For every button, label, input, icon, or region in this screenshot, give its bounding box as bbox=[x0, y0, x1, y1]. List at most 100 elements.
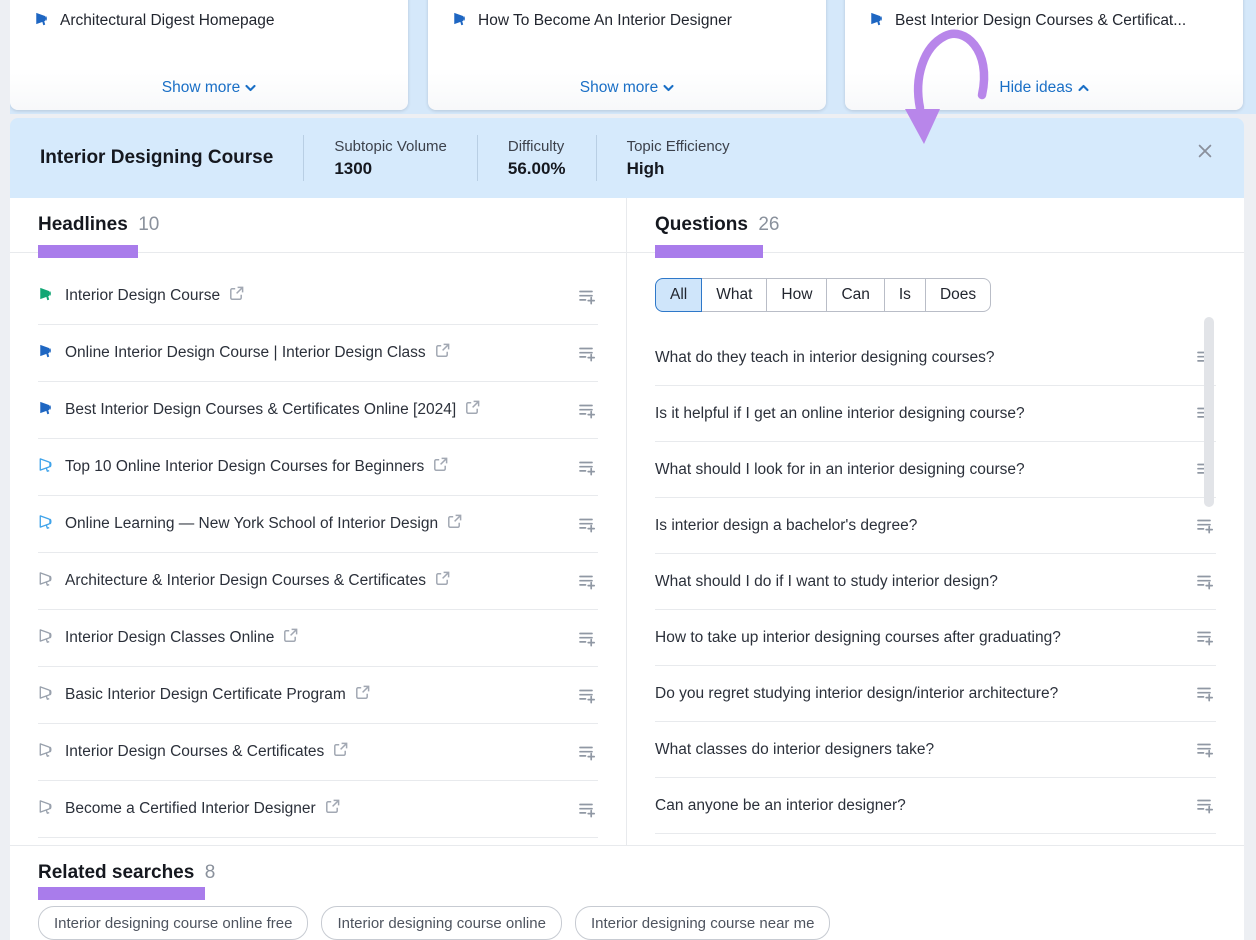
question-row: Is it helpful if I get an online interio… bbox=[655, 386, 1216, 442]
topic-stat: Difficulty 56.00% bbox=[478, 138, 596, 179]
question-text: Do you regret studying interior design/i… bbox=[655, 685, 1058, 703]
headline-row: Interior Design Course bbox=[38, 268, 598, 325]
question-row: What do they teach in interior designing… bbox=[655, 330, 1216, 386]
external-link-icon bbox=[465, 400, 480, 420]
headline-link[interactable]: Online Interior Design Course | Interior… bbox=[65, 343, 450, 363]
external-link-icon bbox=[229, 286, 244, 306]
headline-row: Interior Design Courses & Certificates bbox=[38, 724, 598, 781]
megaphone-icon bbox=[38, 399, 55, 421]
chevron-down-icon bbox=[245, 79, 256, 97]
add-to-list-button[interactable] bbox=[1193, 626, 1216, 649]
idea-card-title: Best Interior Design Courses & Certifica… bbox=[895, 12, 1186, 30]
idea-card-title-row: Best Interior Design Courses & Certifica… bbox=[869, 10, 1243, 32]
megaphone-icon bbox=[38, 570, 55, 592]
idea-card-title-row: Architectural Digest Homepage bbox=[34, 10, 408, 32]
hide-ideas-link[interactable]: Hide ideas bbox=[845, 78, 1243, 98]
question-text: Is interior design a bachelor's degree? bbox=[655, 517, 917, 535]
related-search-chip[interactable]: Interior designing course near me bbox=[575, 906, 830, 940]
headline-link[interactable]: Interior Design Classes Online bbox=[65, 628, 298, 648]
add-to-list-button[interactable] bbox=[575, 342, 598, 365]
headline-link[interactable]: Architecture & Interior Design Courses &… bbox=[65, 571, 450, 591]
megaphone-icon bbox=[38, 456, 55, 478]
headline-row: Basic Interior Design Certificate Progra… bbox=[38, 667, 598, 724]
headline-link[interactable]: Become a Certified Interior Designer bbox=[65, 799, 340, 819]
related-search-chip[interactable]: Interior designing course online bbox=[321, 906, 561, 940]
topic-header: Interior Designing Course Subtopic Volum… bbox=[10, 118, 1244, 198]
topic-content: Headlines 10 Interior Design Course Onli… bbox=[10, 198, 1244, 940]
headline-row: Online Interior Design Course | Interior… bbox=[38, 325, 598, 382]
question-filter-is[interactable]: Is bbox=[885, 278, 926, 312]
external-link-icon bbox=[447, 514, 462, 534]
headline-row: Online Learning — New York School of Int… bbox=[38, 496, 598, 553]
close-icon[interactable] bbox=[1194, 140, 1216, 165]
add-to-list-button[interactable] bbox=[1193, 794, 1216, 817]
chevron-up-icon bbox=[1078, 79, 1089, 97]
add-to-list-button[interactable] bbox=[575, 285, 598, 308]
external-link-icon bbox=[325, 799, 340, 819]
headline-link[interactable]: Online Learning — New York School of Int… bbox=[65, 514, 462, 534]
external-link-icon bbox=[355, 685, 370, 705]
external-link-icon bbox=[435, 343, 450, 363]
headlines-accent-bar bbox=[38, 245, 138, 258]
stat-label: Subtopic Volume bbox=[334, 138, 447, 155]
add-to-list-button[interactable] bbox=[575, 399, 598, 422]
question-text: What should I do if I want to study inte… bbox=[655, 573, 998, 591]
add-to-list-button[interactable] bbox=[575, 570, 598, 593]
questions-count: 26 bbox=[758, 214, 779, 235]
related-accent-bar bbox=[38, 887, 205, 900]
question-filter-does[interactable]: Does bbox=[926, 278, 991, 312]
questions-column: Questions 26 AllWhatHowCanIsDoes What do… bbox=[627, 198, 1244, 845]
headline-link[interactable]: Best Interior Design Courses & Certifica… bbox=[65, 400, 480, 420]
add-to-list-button[interactable] bbox=[1193, 738, 1216, 761]
headline-row: Interior Design Classes Online bbox=[38, 610, 598, 667]
headline-link[interactable]: Interior Design Courses & Certificates bbox=[65, 742, 348, 762]
stat-value: High bbox=[627, 159, 730, 179]
add-to-list-button[interactable] bbox=[575, 627, 598, 650]
show-more-link[interactable]: Show more bbox=[10, 78, 408, 98]
question-row: How to take up interior designing course… bbox=[655, 610, 1216, 666]
headlines-count: 10 bbox=[138, 214, 159, 235]
topic-title: Interior Designing Course bbox=[40, 147, 273, 169]
stat-label: Difficulty bbox=[508, 138, 566, 155]
external-link-icon bbox=[333, 742, 348, 762]
idea-card-title-row: How To Become An Interior Designer bbox=[452, 10, 826, 32]
questions-scrollbar-thumb[interactable] bbox=[1204, 317, 1214, 507]
add-to-list-button[interactable] bbox=[575, 741, 598, 764]
external-link-icon bbox=[435, 571, 450, 591]
show-more-link[interactable]: Show more bbox=[428, 78, 826, 98]
add-to-list-button[interactable] bbox=[1193, 682, 1216, 705]
add-to-list-button[interactable] bbox=[1193, 570, 1216, 593]
add-to-list-button[interactable] bbox=[575, 798, 598, 821]
idea-card-title: How To Become An Interior Designer bbox=[478, 12, 732, 30]
question-filter-how[interactable]: How bbox=[767, 278, 827, 312]
question-text: What should I look for in an interior de… bbox=[655, 461, 1025, 479]
idea-card: How To Become An Interior Designer Show … bbox=[428, 0, 826, 110]
question-filter-what[interactable]: What bbox=[702, 278, 767, 312]
headline-row: Architecture & Interior Design Courses &… bbox=[38, 553, 598, 610]
add-to-list-button[interactable] bbox=[575, 456, 598, 479]
megaphone-icon bbox=[38, 741, 55, 763]
megaphone-icon bbox=[34, 10, 51, 32]
question-row: Do you regret studying interior design/i… bbox=[655, 666, 1216, 722]
related-searches-section: Related searches 8 Interior designing co… bbox=[10, 845, 1244, 940]
headline-link[interactable]: Top 10 Online Interior Design Courses fo… bbox=[65, 457, 448, 477]
add-to-list-button[interactable] bbox=[1193, 514, 1216, 537]
question-text: Can anyone be an interior designer? bbox=[655, 797, 906, 815]
headline-link[interactable]: Basic Interior Design Certificate Progra… bbox=[65, 685, 370, 705]
question-filter-can[interactable]: Can bbox=[827, 278, 884, 312]
headline-link[interactable]: Interior Design Course bbox=[65, 286, 244, 306]
question-text: Is it helpful if I get an online interio… bbox=[655, 405, 1025, 423]
headline-row: Top 10 Online Interior Design Courses fo… bbox=[38, 439, 598, 496]
question-row: What should I do if I want to study inte… bbox=[655, 554, 1216, 610]
megaphone-icon bbox=[869, 10, 886, 32]
question-filter-all[interactable]: All bbox=[655, 278, 702, 312]
add-to-list-button[interactable] bbox=[575, 684, 598, 707]
related-search-chip[interactable]: Interior designing course online free bbox=[38, 906, 308, 940]
questions-title: Questions bbox=[655, 214, 748, 235]
stat-value: 1300 bbox=[334, 159, 447, 179]
question-row: What classes do interior designers take? bbox=[655, 722, 1216, 778]
topic-stats: Subtopic Volume 1300 Difficulty 56.00% T… bbox=[273, 118, 759, 198]
idea-cards-backdrop: Architectural Digest Homepage Show more … bbox=[10, 0, 1256, 114]
add-to-list-button[interactable] bbox=[575, 513, 598, 536]
megaphone-icon bbox=[38, 627, 55, 649]
